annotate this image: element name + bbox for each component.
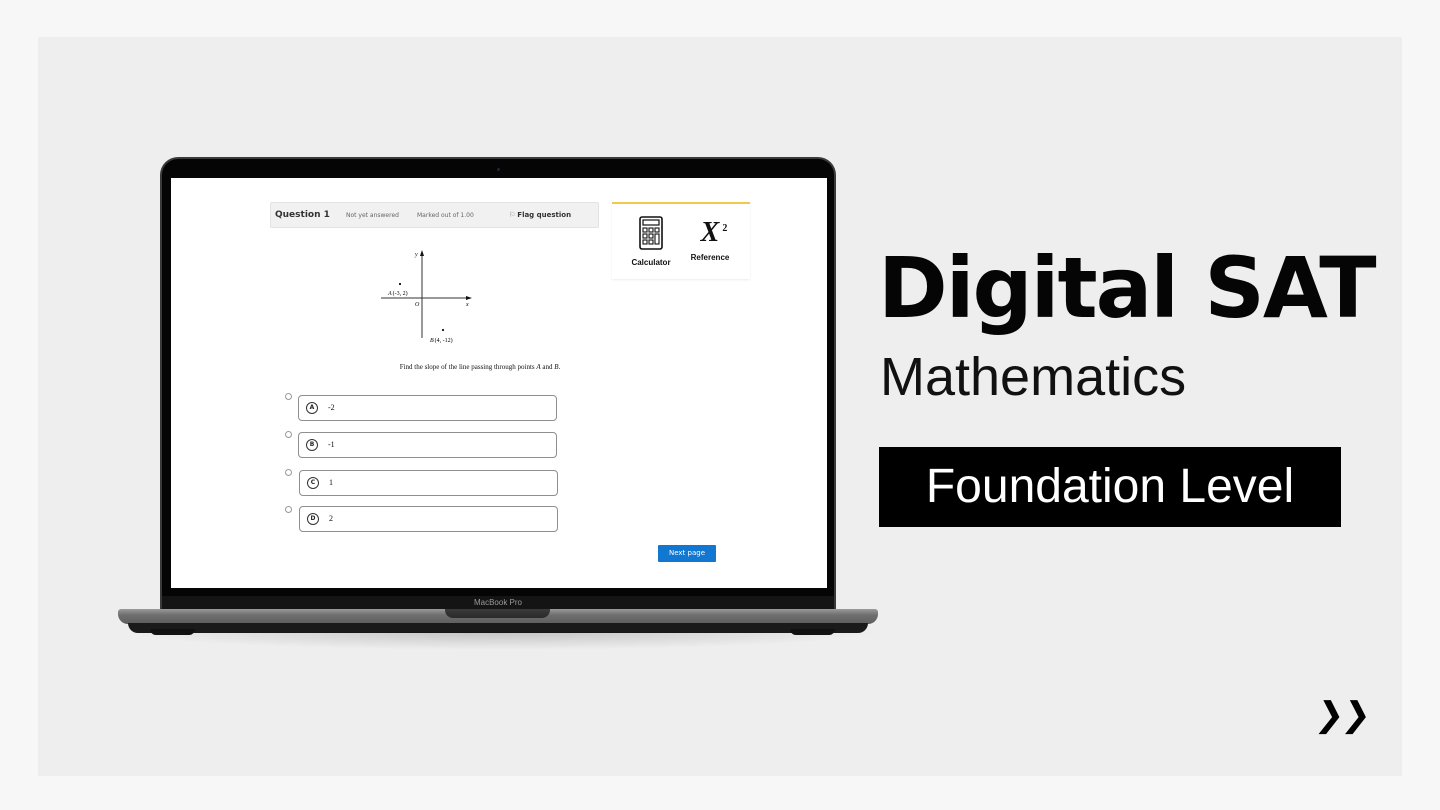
option-d-radio[interactable] xyxy=(285,506,292,513)
question-stem: Find the slope of the line passing throu… xyxy=(270,363,690,371)
point-b-label: B(4, -12) xyxy=(430,337,453,344)
point-b-name: B xyxy=(430,338,434,344)
stem-text: Find the slope of the line passing throu… xyxy=(399,363,537,371)
reference-label: Reference xyxy=(690,253,730,262)
laptop-shadow xyxy=(120,632,880,650)
x-squared-icon: X2 xyxy=(700,216,728,250)
double-chevron-right-icon[interactable]: ❯❯ xyxy=(1313,695,1372,735)
x-symbol: X xyxy=(700,217,720,248)
option-value: 1 xyxy=(329,478,333,487)
marks-label: Marked out of 1.00 xyxy=(417,212,474,219)
x-axis-arrow xyxy=(466,296,472,300)
calculator-icon xyxy=(639,216,663,250)
y-axis-arrow xyxy=(420,250,424,256)
option-letter: B xyxy=(306,439,318,451)
next-page-button[interactable]: Next page xyxy=(658,545,716,562)
point-a-name: A xyxy=(387,291,392,297)
option-a-radio[interactable] xyxy=(285,393,292,400)
flag-question-button[interactable]: ⚐ Flag question xyxy=(509,211,571,219)
device-brand-label: MacBook Pro xyxy=(473,598,523,607)
y-axis-label: y xyxy=(414,252,418,258)
promo-title: Digital SAT xyxy=(878,239,1377,337)
option-c[interactable]: C 1 xyxy=(299,470,558,496)
option-letter: D xyxy=(307,513,319,525)
origin-label: O xyxy=(415,302,420,308)
promo-subtitle: Mathematics xyxy=(880,347,1187,407)
flag-question-label: Flag question xyxy=(517,211,572,219)
camera-icon xyxy=(497,168,500,171)
x-axis-label: x xyxy=(465,302,469,308)
point-a xyxy=(398,282,402,286)
question-number: Question 1 xyxy=(275,210,330,220)
flag-icon: ⚐ xyxy=(509,211,516,219)
option-c-radio[interactable] xyxy=(285,469,292,476)
option-letter: A xyxy=(306,402,318,414)
stem-text: and xyxy=(540,363,555,371)
option-b[interactable]: B -1 xyxy=(298,432,557,458)
point-b-coords: (4, -12) xyxy=(435,337,453,344)
level-badge: Foundation Level xyxy=(879,447,1341,527)
option-value: -2 xyxy=(328,403,335,412)
point-a-coords: (-3, 2) xyxy=(393,290,408,297)
coordinate-figure: y x O A(-3, 2) B(4, -12) xyxy=(381,250,472,344)
option-value: 2 xyxy=(329,514,333,523)
tools-panel: Calculator X2 Reference xyxy=(612,202,750,279)
laptop-notch xyxy=(445,609,550,618)
option-b-radio[interactable] xyxy=(285,431,292,438)
superscript: 2 xyxy=(722,223,728,234)
option-letter: C xyxy=(307,477,319,489)
option-d[interactable]: D 2 xyxy=(299,506,558,532)
calculator-label: Calculator xyxy=(631,258,671,267)
point-a-label: A(-3, 2) xyxy=(387,290,408,297)
option-a[interactable]: A -2 xyxy=(298,395,557,421)
point-b xyxy=(441,328,445,332)
option-value: -1 xyxy=(328,440,335,449)
reference-button[interactable]: X2 Reference xyxy=(680,216,740,262)
question-header: Question 1 Not yet answered Marked out o… xyxy=(270,202,599,228)
stem-text: . xyxy=(558,363,561,371)
laptop-screen: Question 1 Not yet answered Marked out o… xyxy=(171,178,827,588)
calculator-button[interactable]: Calculator xyxy=(621,216,681,267)
answer-status: Not yet answered xyxy=(346,212,399,219)
